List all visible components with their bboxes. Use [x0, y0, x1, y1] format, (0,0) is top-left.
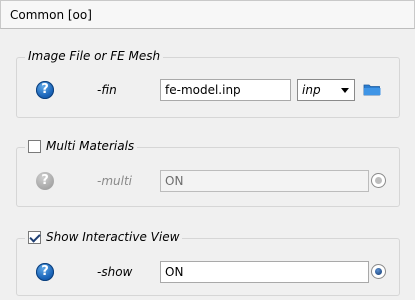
show-interactive-toggle[interactable]: Show Interactive View: [25, 230, 183, 244]
group-multi-materials: Multi Materials ? -multi ON: [16, 139, 400, 207]
show-radio-button[interactable]: [371, 264, 386, 279]
show-input[interactable]: ON: [160, 261, 369, 283]
multi-materials-label: Multi Materials: [46, 139, 135, 153]
help-icon[interactable]: ?: [36, 81, 54, 99]
section-title: Common [oo]: [10, 8, 92, 22]
multi-input: ON: [160, 170, 369, 192]
param-label-show: -show: [97, 265, 133, 279]
format-select-value: inp: [302, 83, 321, 97]
folder-icon[interactable]: [363, 83, 381, 96]
help-icon[interactable]: ?: [36, 263, 54, 281]
section-header[interactable]: Common [oo]: [0, 0, 415, 29]
format-select[interactable]: inp: [297, 79, 355, 101]
fin-input[interactable]: fe-model.inp: [160, 79, 291, 101]
help-icon: ?: [36, 172, 54, 190]
param-label-fin: -fin: [97, 83, 117, 97]
group-legend: Image File or FE Mesh: [25, 49, 164, 63]
multi-materials-toggle[interactable]: Multi Materials: [25, 139, 138, 153]
multi-materials-checkbox[interactable]: [28, 139, 41, 153]
group-show-interactive-view: Show Interactive View ? -show ON: [16, 230, 400, 296]
multi-radio-button: [371, 173, 386, 188]
group-image-file: Image File or FE Mesh ? -fin fe-model.in…: [16, 49, 400, 118]
show-interactive-checkbox[interactable]: [28, 230, 41, 244]
param-label-multi: -multi: [97, 174, 132, 188]
show-interactive-label: Show Interactive View: [46, 230, 180, 244]
chevron-down-icon: [341, 88, 349, 93]
